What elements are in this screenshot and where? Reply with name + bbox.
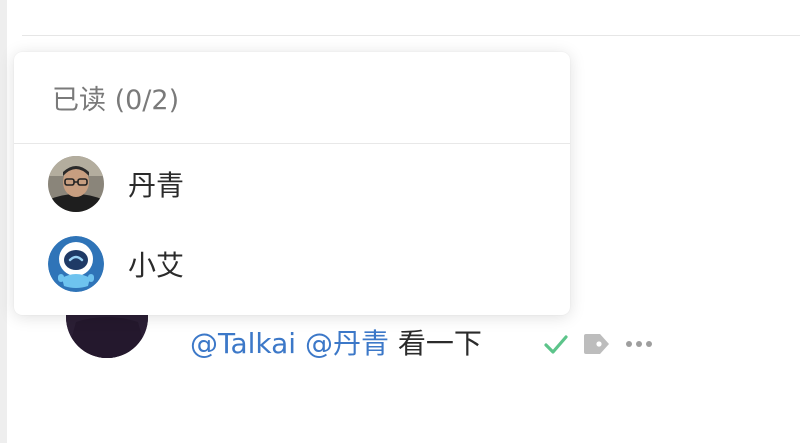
check-icon[interactable] [542, 330, 570, 358]
message-actions [542, 330, 654, 358]
reader-name: 小艾 [128, 249, 185, 282]
message-body: 看一下 [397, 327, 482, 360]
robot-avatar [48, 236, 104, 292]
more-icon[interactable] [624, 330, 654, 358]
top-divider [22, 35, 800, 36]
message-text: @Talkai @丹青 看一下 [190, 326, 482, 362]
tag-icon[interactable] [582, 330, 612, 358]
reader-name: 丹青 [128, 169, 185, 202]
read-status-popover: 已读 (0/2) 丹青 小艾 [14, 52, 570, 315]
left-rail [0, 0, 7, 443]
mention-talkai[interactable]: @Talkai [190, 327, 296, 360]
reader-item-xiaoai[interactable]: 小艾 [14, 224, 570, 304]
person-photo-avatar [48, 156, 104, 212]
mention-danqing[interactable]: @丹青 [305, 327, 389, 360]
popover-header: 已读 (0/2) [14, 52, 570, 144]
read-count-title: 已读 (0/2) [52, 85, 180, 116]
reader-item-danqing[interactable]: 丹青 [14, 144, 570, 224]
